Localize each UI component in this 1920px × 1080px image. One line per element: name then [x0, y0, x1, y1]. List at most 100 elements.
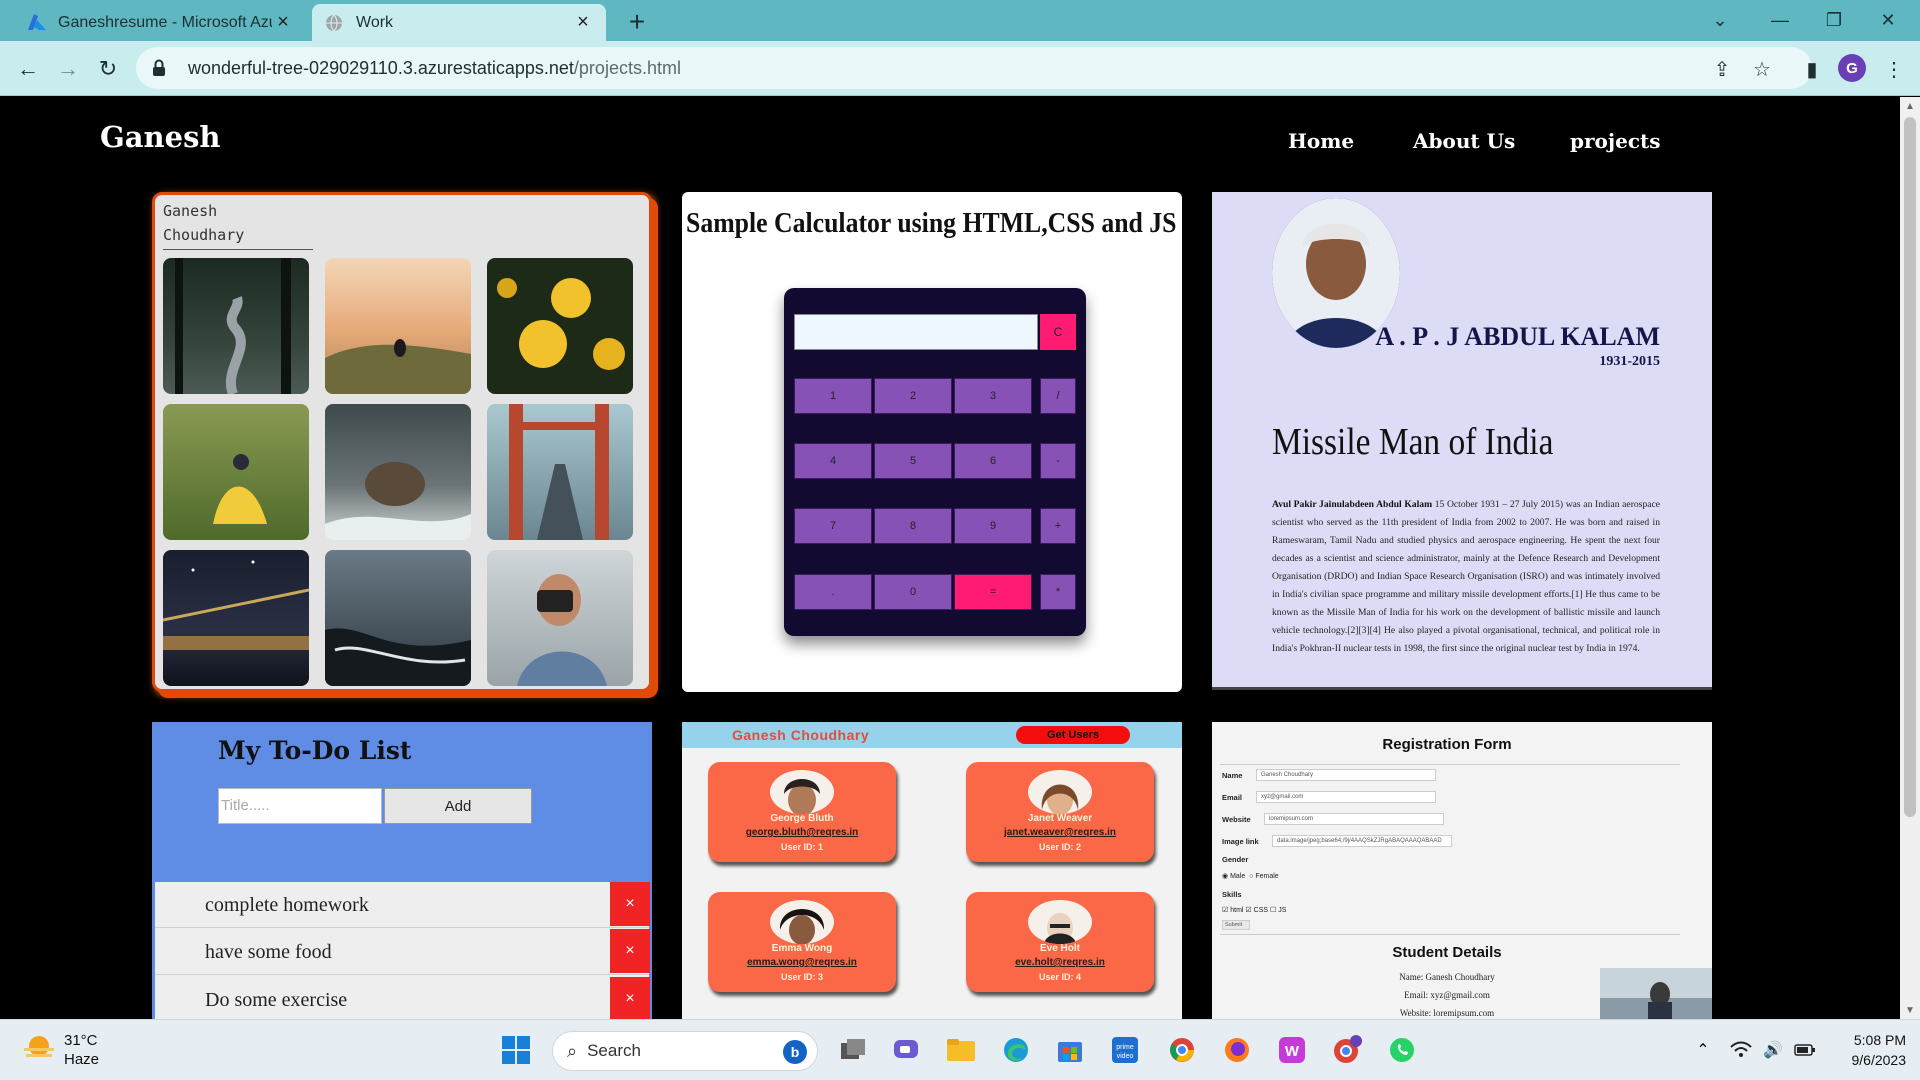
calc-key-divide[interactable]: / [1040, 378, 1076, 414]
calc-key-minus[interactable]: - [1040, 443, 1076, 479]
submit-button[interactable]: Submit [1222, 920, 1250, 930]
bookmark-star-icon[interactable]: ☆ [1744, 51, 1780, 87]
calculator-display[interactable] [794, 314, 1038, 350]
scroll-thumb[interactable] [1904, 117, 1916, 817]
photo-city-bridge-night[interactable] [163, 550, 309, 686]
calc-key-2[interactable]: 2 [874, 378, 952, 414]
user-email[interactable]: eve.holt@reqres.in [966, 957, 1154, 968]
photo-rocky-shore[interactable] [325, 550, 471, 686]
battery-icon[interactable] [1792, 1031, 1818, 1069]
weather-widget[interactable]: 31°C Haze [22, 1032, 99, 1068]
menu-icon[interactable]: ⋮ [1876, 51, 1912, 87]
nav-about-us[interactable]: About Us [1413, 129, 1515, 153]
calc-key-7[interactable]: 7 [794, 508, 872, 544]
w-app-icon[interactable]: W [1273, 1031, 1311, 1069]
calc-key-4[interactable]: 4 [794, 443, 872, 479]
system-clock[interactable]: 5:08 PM 9/6/2023 [1836, 1030, 1907, 1070]
photo-forest-path[interactable] [163, 258, 309, 394]
js-checkbox[interactable]: ☐ [1270, 907, 1278, 914]
email-field[interactable]: xyz@gmail.com [1256, 791, 1436, 803]
chrome-icon[interactable] [1163, 1031, 1201, 1069]
page-scrollbar[interactable]: ▲ ▼ [1900, 97, 1920, 1019]
users-project-card[interactable]: Ganesh Choudhary Get Users George Bluth … [682, 722, 1182, 1019]
calc-key-6[interactable]: 6 [954, 443, 1032, 479]
new-tab-button[interactable]: + [622, 6, 652, 37]
side-panel-icon[interactable]: ▮ [1794, 51, 1830, 87]
tab-search-icon[interactable]: ⌄ [1692, 0, 1748, 41]
todo-project-card[interactable]: My To-Do List Title..... Add complete ho… [152, 722, 652, 1019]
todo-item[interactable]: have some food × [155, 929, 650, 975]
volume-icon[interactable]: 🔊 [1760, 1031, 1786, 1069]
share-icon[interactable]: ⇪ [1704, 51, 1740, 87]
photo-bird-on-hill[interactable] [325, 258, 471, 394]
user-email[interactable]: george.bluth@reqres.in [708, 827, 896, 838]
calc-key-8[interactable]: 8 [874, 508, 952, 544]
calculator-project-card[interactable]: Sample Calculator using HTML,CSS and JS … [682, 192, 1182, 692]
todo-delete-icon[interactable]: × [610, 882, 650, 926]
todo-delete-icon[interactable]: × [610, 977, 650, 1019]
microsoft-store-icon[interactable] [1051, 1031, 1089, 1069]
calc-key-equals[interactable]: = [954, 574, 1032, 610]
calc-key-9[interactable]: 9 [954, 508, 1032, 544]
calc-key-plus[interactable]: + [1040, 508, 1076, 544]
photo-photographer[interactable] [487, 550, 633, 686]
task-view-icon[interactable] [834, 1031, 872, 1069]
calc-key-multiply[interactable]: * [1040, 574, 1076, 610]
calculator-clear-button[interactable]: C [1040, 314, 1076, 350]
close-tab-icon[interactable]: × [272, 11, 294, 34]
close-tab-icon[interactable]: × [572, 11, 594, 34]
file-explorer-icon[interactable] [942, 1031, 980, 1069]
todo-item[interactable]: Do some exercise × [155, 977, 650, 1019]
minimize-button[interactable]: — [1752, 0, 1808, 41]
image-link-field[interactable]: data:image/jpeg;base64,/9j/4AAQSkZJRgABA… [1272, 835, 1452, 847]
photo-owl[interactable] [325, 404, 471, 540]
calc-key-3[interactable]: 3 [954, 378, 1032, 414]
css-checkbox[interactable]: ☑ [1245, 907, 1253, 914]
kalam-tribute-card[interactable]: A . P . J ABDUL KALAM 1931-2015 Missile … [1212, 192, 1712, 690]
site-brand[interactable]: Ganesh [100, 120, 221, 154]
photo-woman-yellow-dress[interactable] [163, 404, 309, 540]
firefox-icon[interactable] [1218, 1031, 1256, 1069]
scroll-up-icon[interactable]: ▲ [1900, 97, 1920, 115]
todo-title-input[interactable]: Title..... [218, 788, 382, 824]
profile-avatar[interactable]: G [1838, 54, 1866, 82]
photo-golden-gate-bridge[interactable] [487, 404, 633, 540]
reload-icon[interactable]: ↻ [90, 51, 126, 87]
gallery-project-card[interactable]: Ganesh Choudhary [152, 192, 652, 692]
forward-icon[interactable]: → [50, 51, 86, 87]
todo-item[interactable]: complete homework × [155, 882, 650, 928]
chevron-up-icon[interactable]: ⌃ [1690, 1031, 1716, 1069]
registration-project-card[interactable]: Registration Form Name Ganesh Choudhary … [1212, 722, 1712, 1019]
todo-delete-icon[interactable]: × [610, 929, 650, 973]
photo-yellow-flowers[interactable] [487, 258, 633, 394]
url-field[interactable]: wonderful-tree-029029110.3.azurestaticap… [136, 47, 1812, 89]
edge-icon[interactable] [997, 1031, 1035, 1069]
name-field[interactable]: Ganesh Choudhary [1256, 769, 1436, 781]
restore-button[interactable]: ❐ [1806, 0, 1862, 41]
website-field[interactable]: loremipsum.com [1264, 813, 1444, 825]
teams-chat-icon[interactable] [887, 1031, 925, 1069]
close-window-button[interactable]: ✕ [1860, 0, 1916, 41]
calc-key-1[interactable]: 1 [794, 378, 872, 414]
nav-projects[interactable]: projects [1570, 129, 1661, 153]
todo-add-button[interactable]: Add [384, 788, 532, 824]
tab-work[interactable]: Work × [312, 4, 606, 41]
calc-key-0[interactable]: 0 [874, 574, 952, 610]
get-users-button[interactable]: Get Users [1016, 726, 1130, 744]
prime-video-icon[interactable]: prime video [1106, 1031, 1144, 1069]
back-icon[interactable]: ← [10, 51, 46, 87]
calc-key-5[interactable]: 5 [874, 443, 952, 479]
nav-home[interactable]: Home [1288, 129, 1354, 153]
taskbar-search-box[interactable]: ⌕ Search b [552, 1031, 818, 1071]
male-radio[interactable]: ◉ [1222, 873, 1230, 880]
user-email[interactable]: emma.wong@reqres.in [708, 957, 896, 968]
scroll-down-icon[interactable]: ▼ [1900, 1001, 1920, 1019]
chrome-profile-icon[interactable] [1328, 1031, 1366, 1069]
windows-start-icon[interactable] [497, 1031, 535, 1069]
user-email[interactable]: janet.weaver@reqres.in [966, 827, 1154, 838]
calc-key-dot[interactable]: . [794, 574, 872, 610]
wifi-icon[interactable] [1728, 1031, 1754, 1069]
html-checkbox[interactable]: ☑ [1222, 907, 1230, 914]
whatsapp-icon[interactable] [1383, 1031, 1421, 1069]
tab-ganeshresume[interactable]: Ganeshresume - Microsoft Azure × [14, 4, 306, 41]
